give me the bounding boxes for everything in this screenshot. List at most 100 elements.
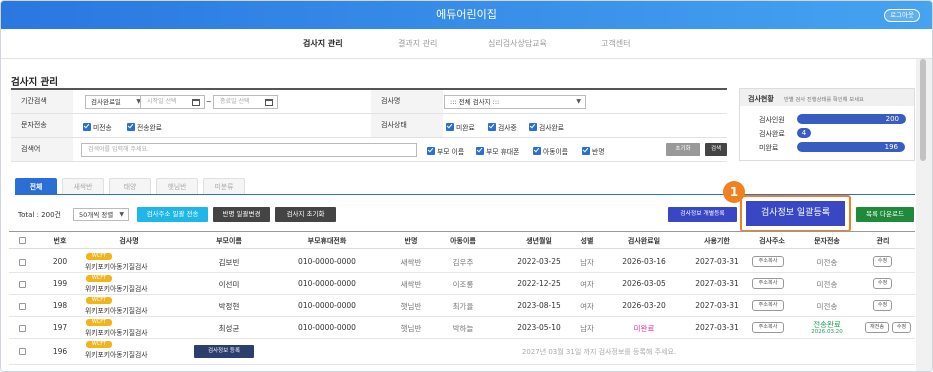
row-child: 최가율 xyxy=(452,302,474,311)
row-sex: 여자 xyxy=(580,302,594,311)
row-sms-date: 2026.03.20 xyxy=(811,329,843,335)
copy-address-button[interactable]: 주소복사 xyxy=(752,278,784,289)
row-checkbox[interactable] xyxy=(19,259,26,266)
register-test-info-button[interactable]: 검사정보 등록 xyxy=(194,345,254,358)
tab-haetnim[interactable]: 햇님반 xyxy=(156,178,198,194)
search-button[interactable]: 검색 xyxy=(705,143,727,156)
end-date-input[interactable]: 종료일 선택 xyxy=(213,95,278,109)
register-bulk-button[interactable]: 검사정보 일괄등록 xyxy=(746,201,845,226)
register-single-button[interactable]: 검사정보 개별등록 xyxy=(668,207,737,222)
row-done: 2026-03-20 xyxy=(622,301,666,310)
tab-unclassified[interactable]: 미분류 xyxy=(203,178,245,194)
row-phone: 010-0000-0000 xyxy=(298,257,356,266)
row-checkbox[interactable] xyxy=(19,325,26,332)
resend-button[interactable]: 재전송 xyxy=(865,322,889,333)
search-field-class-checkbox[interactable]: 반명 xyxy=(582,146,605,156)
row-parent: 이선미 xyxy=(218,280,240,289)
copy-address-button[interactable]: 주소복사 xyxy=(752,300,784,311)
reset-tests-button[interactable]: 검사지 초기화 xyxy=(275,207,336,222)
tab-taeyang[interactable]: 태양 xyxy=(109,178,151,194)
row-expire: 2027-03-31 xyxy=(695,279,739,288)
app-window: 에듀어린이집 로그아웃 검사지 관리 결과지 관리 심리검사상담교육 고객센터 … xyxy=(0,0,933,372)
row-no: 197 xyxy=(52,323,68,332)
total-count: Total : 200건 xyxy=(18,211,61,219)
col-sex: 성별 xyxy=(580,237,594,245)
tab-all[interactable]: 전체 xyxy=(15,178,57,194)
start-date-input[interactable]: 시작일 선택 xyxy=(140,95,205,109)
tab-saessak[interactable]: 새싹반 xyxy=(62,178,104,194)
filter-row-period: 기간검색 검사완료일 ▼ 시작일 선택 ~ 종료일 선택 검사명 ::: 전체 검… xyxy=(11,90,727,114)
chevron-down-icon: ▼ xyxy=(119,211,124,218)
chevron-down-icon: ▼ xyxy=(576,98,581,105)
reset-button[interactable]: 초기화 xyxy=(666,143,700,156)
row-parent: 최성균 xyxy=(218,324,240,333)
wcft-tag: WCFT xyxy=(86,341,112,348)
row-done-incomplete: 미완료 xyxy=(633,324,655,333)
col-class: 반명 xyxy=(404,237,418,245)
download-list-button[interactable]: 목록 다운로드 xyxy=(856,207,914,222)
status-total-bar: 200 xyxy=(797,114,906,124)
nav-result-management[interactable]: 결과지 관리 xyxy=(398,38,437,49)
logout-button[interactable]: 로그아웃 xyxy=(884,9,920,22)
row-child: 김우주 xyxy=(452,258,474,267)
search-field-parent-phone-checkbox[interactable]: 부모 휴대폰 xyxy=(476,146,519,156)
filter-panel: 기간검색 검사완료일 ▼ 시작일 선택 ~ 종료일 선택 검사명 ::: 전체 검… xyxy=(11,88,727,162)
table-row: 200 WCFT 위키포키아동기질검사 김보빈 010-0000-0000 새싹… xyxy=(9,251,915,273)
period-type-select[interactable]: 검사완료일 ▼ xyxy=(85,95,146,109)
per-page-select[interactable]: 50개씩 정렬 ▼ xyxy=(73,208,129,221)
row-test-name: 위키포키아동기질검사 xyxy=(85,329,148,337)
row-child: 박하늘 xyxy=(452,324,474,333)
select-all-checkbox[interactable] xyxy=(19,237,26,244)
row-checkbox[interactable] xyxy=(19,303,26,310)
scrollbar-thumb[interactable] xyxy=(920,59,926,161)
send-all-address-button[interactable]: 검사주소 일괄 전송 xyxy=(137,207,208,222)
row-sms: 미전송 xyxy=(816,302,838,311)
edit-button[interactable]: 수정 xyxy=(873,278,892,289)
row-class: 햇님반 xyxy=(400,302,422,311)
copy-address-button[interactable]: 주소복사 xyxy=(752,256,784,267)
row-checkbox[interactable] xyxy=(19,281,26,288)
search-input[interactable]: 검색어를 입력해 주세요. xyxy=(81,143,417,157)
period-label: 기간검색 xyxy=(11,90,73,113)
filter-row-search: 검색어 검색어를 입력해 주세요. 부모 이름 부모 휴대폰 아동이름 반명 초… xyxy=(11,138,727,162)
nav-customer-center[interactable]: 고객센터 xyxy=(601,38,630,49)
status-incomplete-checkbox[interactable]: 미완료 xyxy=(446,122,475,132)
app-title: 에듀어린이집 xyxy=(436,8,497,21)
test-status-panel: 검사현황 반별 검사 진행상태를 확인해 보세요 검사인원 200 검사완료 4 … xyxy=(739,88,915,161)
search-field-child-name-checkbox[interactable]: 아동이름 xyxy=(533,146,568,156)
row-birth: 2022-03-25 xyxy=(517,257,561,266)
row-no: 196 xyxy=(52,347,68,356)
col-done: 검사완료일 xyxy=(627,237,661,245)
sms-unsent-checkbox[interactable]: 미전송 xyxy=(83,122,112,132)
vertical-scrollbar[interactable] xyxy=(916,59,932,371)
col-parent: 부모이름 xyxy=(216,237,242,245)
row-class: 햇님반 xyxy=(400,324,422,333)
row-test-name: 위키포키아동기질검사 xyxy=(85,263,148,271)
register-bulk-highlight: 검사정보 일괄등록 xyxy=(740,195,851,232)
row-sms: 미전송 xyxy=(816,280,838,289)
edit-button[interactable]: 수정 xyxy=(892,322,911,333)
row-no: 200 xyxy=(52,257,68,266)
col-child: 아동이름 xyxy=(450,237,476,245)
nav-test-management[interactable]: 검사지 관리 xyxy=(303,38,343,49)
edit-button[interactable]: 수정 xyxy=(873,300,892,311)
wcft-tag: WCFT xyxy=(86,275,112,282)
callout-badge: 1 xyxy=(723,181,745,203)
class-bulk-change-button[interactable]: 반명 일괄변경 xyxy=(213,207,270,222)
sms-sent-checkbox[interactable]: 전송완료 xyxy=(127,122,162,132)
nav-counseling-education[interactable]: 심리검사상담교육 xyxy=(488,38,547,49)
row-phone: 010-0000-0000 xyxy=(298,301,356,310)
col-expire: 사용기한 xyxy=(704,237,730,245)
wcft-tag: WCFT xyxy=(86,319,112,326)
testname-select[interactable]: ::: 전체 검사지 ::: ▼ xyxy=(444,95,586,109)
table-row: 199 WCFT 위키포키아동기질검사 이선미 010-0000-0000 새싹… xyxy=(9,273,915,295)
edit-button[interactable]: 수정 xyxy=(873,256,892,267)
row-checkbox[interactable] xyxy=(19,348,26,355)
status-complete-checkbox[interactable]: 검사완료 xyxy=(529,122,564,132)
status-in-progress-checkbox[interactable]: 검사중 xyxy=(488,122,517,132)
row-done: 2026-03-05 xyxy=(622,279,666,288)
sms-label: 문자전송 xyxy=(11,114,73,137)
copy-address-button[interactable]: 주소복사 xyxy=(752,322,784,333)
search-field-parent-name-checkbox[interactable]: 부모 이름 xyxy=(427,146,464,156)
app-header: 에듀어린이집 로그아웃 xyxy=(1,1,932,29)
